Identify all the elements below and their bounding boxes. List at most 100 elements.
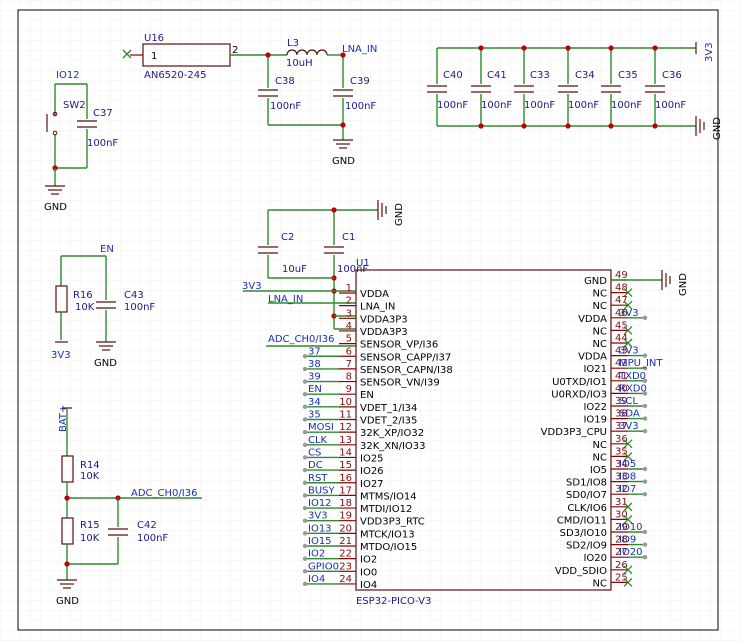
pin-number: 44	[615, 333, 628, 344]
pin-name: NC	[593, 440, 607, 451]
pin-name: SENSOR_VN/I39	[360, 378, 440, 389]
net-port-dot	[642, 416, 648, 421]
net-port-dot	[302, 493, 308, 498]
pin-number: 15	[339, 460, 352, 471]
pin-name: VDDA	[578, 314, 607, 325]
pin-number: 21	[339, 536, 352, 547]
gnd-label-en: GND	[94, 358, 117, 369]
u16-value: AN6520-245	[144, 70, 206, 81]
net-label: CLK	[308, 435, 328, 446]
gnd-label-sw: GND	[44, 202, 67, 213]
net-label: SDA	[619, 409, 640, 420]
net-port-dot	[302, 569, 308, 574]
net-port-dot	[642, 466, 648, 472]
u1-ref: U1	[356, 258, 370, 269]
net-port-dot	[302, 543, 308, 549]
pin-name: NC	[593, 339, 607, 350]
pin-name: IO25	[360, 453, 384, 464]
c2-value: 10uF	[282, 264, 307, 275]
gnd-label-u1-right: GND	[678, 273, 689, 296]
pin-number: 1	[346, 283, 352, 294]
pin-number: 2	[346, 296, 352, 307]
net-port-dot	[302, 480, 308, 485]
pin-name: SD2/IO9	[566, 541, 607, 552]
c40-value: 100nF	[437, 100, 468, 111]
c36-value: 100nF	[655, 100, 686, 111]
pin-number: 20	[339, 523, 352, 534]
pin-name: SENSOR_VP/I36	[360, 340, 438, 351]
pin-number: 9	[346, 384, 352, 395]
c43-value: 100nF	[124, 302, 155, 313]
c34-ref: C34	[575, 70, 595, 81]
net-adc-u1: ADC_CH0/I36	[268, 334, 334, 345]
net-port-dot	[642, 555, 648, 560]
net-port-dot	[302, 455, 308, 460]
net-lna-in-u1: LNA_IN	[268, 294, 303, 305]
net-label: TXD0	[618, 371, 646, 382]
gnd-label-antenna: GND	[332, 156, 355, 167]
net-label: RST	[308, 473, 328, 484]
net-port-dot	[642, 492, 648, 497]
net-port-dot	[302, 379, 308, 384]
pin-number: 19	[339, 511, 352, 522]
r14-ref: R14	[80, 460, 100, 471]
pin-number: 16	[339, 473, 352, 484]
net-label: IO13	[308, 523, 332, 534]
net-label: 39	[308, 372, 321, 383]
pin-name: MTDI/IO12	[360, 504, 412, 515]
pin-name: NC	[593, 289, 607, 300]
c2-ref: C2	[281, 232, 294, 243]
pin-number: 4	[346, 321, 352, 332]
net-lna-in-top: LNA_IN	[342, 44, 377, 55]
pin-number: 12	[339, 422, 352, 433]
pin-name: U0RXD/IO3	[551, 389, 607, 400]
c43-ref: C43	[124, 290, 144, 301]
schematic-canvas: U16 AN6520-245 1 2 L3 10uH LNA_IN C38 10…	[0, 0, 741, 641]
net-label: IO10	[619, 522, 643, 533]
pin-number: 17	[339, 485, 352, 496]
net-label: DC	[308, 460, 323, 471]
c39-ref: C39	[350, 76, 370, 87]
pin-number: 11	[339, 410, 352, 421]
pin-name: CMD/IO11	[557, 515, 607, 526]
net-label: 3V3	[619, 421, 639, 432]
pin-name: GND	[584, 276, 607, 287]
c38-ref: C38	[275, 76, 295, 87]
net-port-dot	[642, 542, 648, 547]
pin-name: NC	[593, 326, 607, 337]
net-port-dot	[302, 404, 308, 410]
pin-name: IO5	[590, 465, 607, 476]
net-3v3-r16: 3V3	[51, 350, 71, 361]
pin-name: 32K_XP/IO32	[360, 428, 424, 439]
c37-value: 100nF	[87, 138, 118, 149]
pin-number: 48	[615, 283, 628, 294]
sw2-ref: SW2	[63, 100, 86, 111]
net-label: 38	[308, 359, 321, 370]
net-adc-divider: ADC_CH0/I36	[131, 488, 197, 499]
pin-name: IO20	[583, 553, 607, 564]
pin-name: IO27	[360, 479, 384, 490]
pin-number: 10	[339, 397, 352, 408]
pin-name: IO2	[360, 555, 377, 566]
pin-name: MTCK/IO13	[360, 529, 415, 540]
net-port-dot	[302, 429, 308, 435]
net-label: MPU_INT	[619, 358, 663, 369]
c41-value: 100nF	[481, 100, 512, 111]
net-port-dot	[302, 581, 308, 587]
pin-name: IO26	[360, 466, 384, 477]
pin-name: EN	[360, 390, 374, 401]
c40-ref: C40	[443, 70, 463, 81]
pin-name: VDD_SDIO	[555, 566, 607, 577]
pin-name: SD1/IO8	[566, 478, 607, 489]
pin-name: VDDA3P3	[360, 314, 408, 325]
pin-name: VDDA3P3	[360, 327, 408, 338]
c38-value: 100nF	[270, 101, 301, 112]
net-label: 34	[308, 397, 321, 408]
net-port-dot	[302, 505, 308, 511]
r15-ref: R15	[80, 520, 100, 531]
pin-number: 25	[615, 572, 628, 583]
c42-ref: C42	[137, 520, 157, 531]
pin-name: NC	[593, 452, 607, 463]
gnd-label-bank: GND	[712, 117, 723, 140]
net-label: MOSI	[308, 422, 334, 433]
